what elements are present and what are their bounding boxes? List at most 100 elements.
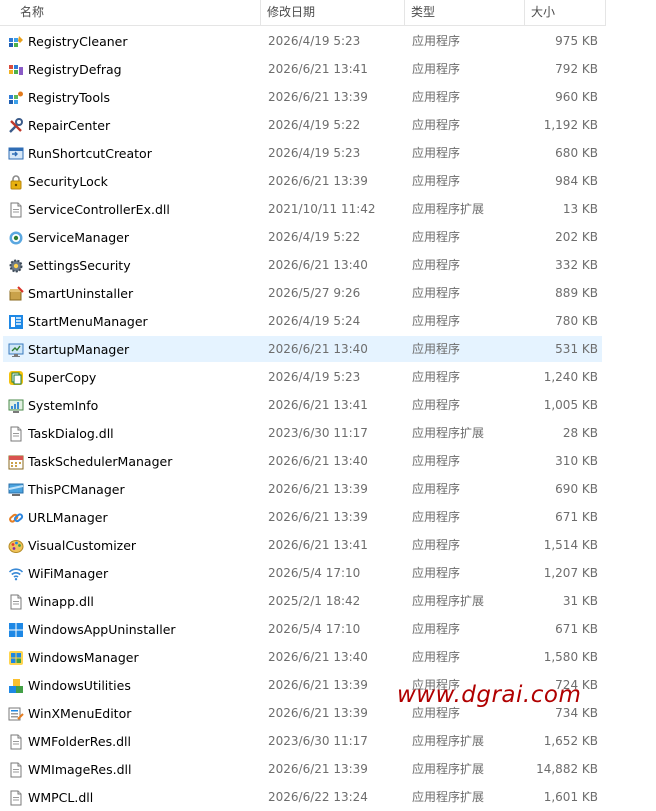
file-row[interactable]: TaskSchedulerManager 2026/6/21 13:40 应用程序 3… xyxy=(0,448,656,476)
file-modified-date: 2023/6/30 11:17 xyxy=(268,426,368,440)
file-row[interactable]: SuperCopy 2026/4/19 5:23 应用程序 1,240 KB xyxy=(0,364,656,392)
file-row[interactable]: RegistryCleaner 2026/4/19 5:23 应用程序 975 KB xyxy=(0,28,656,56)
file-modified-date: 2026/6/21 13:40 xyxy=(268,258,368,272)
file-type: 应用程序扩展 xyxy=(412,594,485,608)
column-header-type[interactable]: 类型 xyxy=(404,0,524,25)
file-row[interactable]: WindowsAppUninstaller 2026/5/4 17:10 应用程序 6… xyxy=(0,616,656,644)
dll-file-icon xyxy=(8,202,24,218)
file-modified-date: 2026/6/21 13:39 xyxy=(268,174,368,188)
startup-monitor-icon xyxy=(8,342,24,358)
dll-file-icon xyxy=(8,594,24,610)
file-type: 应用程序扩展 xyxy=(412,426,485,440)
file-type: 应用程序 xyxy=(412,398,461,412)
file-row[interactable]: WiFiManager 2026/5/4 17:10 应用程序 1,207 KB xyxy=(0,560,656,588)
file-name: RunShortcutCreator xyxy=(28,146,152,161)
file-size: 889 KB xyxy=(555,286,598,300)
file-size: 792 KB xyxy=(555,62,598,76)
file-row[interactable]: WinXMenuEditor 2026/6/21 13:39 应用程序 734 KB xyxy=(0,700,656,728)
file-size: 31 KB xyxy=(562,594,598,608)
registry-cleaner-icon xyxy=(8,34,24,50)
file-row[interactable]: WMPCL.dll 2026/6/22 13:24 应用程序扩展 1,601 KB xyxy=(0,784,656,811)
file-name: Winapp.dll xyxy=(28,594,94,609)
file-row[interactable]: Winapp.dll 2025/2/1 18:42 应用程序扩展 31 KB xyxy=(0,588,656,616)
file-row[interactable]: WindowsManager 2026/6/21 13:40 应用程序 1,580 K… xyxy=(0,644,656,672)
file-row[interactable]: RunShortcutCreator 2026/4/19 5:23 应用程序 680 … xyxy=(0,140,656,168)
file-type: 应用程序 xyxy=(412,62,461,76)
this-pc-icon xyxy=(8,482,24,498)
file-row[interactable]: TaskDialog.dll 2023/6/30 11:17 应用程序扩展 28 KB xyxy=(0,420,656,448)
file-size: 960 KB xyxy=(555,90,598,104)
file-row[interactable]: RegistryDefrag 2026/6/21 13:41 应用程序 792 KB xyxy=(0,56,656,84)
column-header-type-label: 类型 xyxy=(411,5,436,19)
file-modified-date: 2026/6/21 13:41 xyxy=(268,538,368,552)
file-name: ServiceManager xyxy=(28,230,129,245)
column-header: 名称 ^ 修改日期 类型 大小 xyxy=(0,0,606,26)
file-type: 应用程序 xyxy=(412,622,461,636)
file-row[interactable]: RegistryTools 2026/6/21 13:39 应用程序 960 KB xyxy=(0,84,656,112)
file-type: 应用程序 xyxy=(412,454,461,468)
column-header-size[interactable]: 大小 xyxy=(524,0,606,25)
file-type: 应用程序 xyxy=(412,34,461,48)
file-row[interactable]: SystemInfo 2026/6/21 13:41 应用程序 1,005 KB xyxy=(0,392,656,420)
file-modified-date: 2026/6/21 13:41 xyxy=(268,398,368,412)
file-row[interactable]: StartMenuManager 2026/4/19 5:24 应用程序 780 KB xyxy=(0,308,656,336)
file-row[interactable]: RepairCenter 2026/4/19 5:22 应用程序 1,192 KB xyxy=(0,112,656,140)
file-name: TaskSchedulerManager xyxy=(28,454,173,469)
file-modified-date: 2025/2/1 18:42 xyxy=(268,594,361,608)
file-size: 202 KB xyxy=(555,230,598,244)
file-type: 应用程序 xyxy=(412,650,461,664)
file-row[interactable]: WMFolderRes.dll 2023/6/30 11:17 应用程序扩展 1,65… xyxy=(0,728,656,756)
file-row[interactable]: StartupManager 2026/6/21 13:40 应用程序 531 KB xyxy=(0,336,656,364)
column-header-date[interactable]: 修改日期 xyxy=(260,0,404,25)
file-row[interactable]: ThisPCManager 2026/6/21 13:39 应用程序 690 KB xyxy=(0,476,656,504)
file-size: 724 KB xyxy=(555,678,598,692)
padlock-icon xyxy=(8,174,24,190)
file-size: 984 KB xyxy=(555,174,598,188)
column-header-date-label: 修改日期 xyxy=(267,5,316,19)
run-window-icon xyxy=(8,146,24,162)
dll-file-icon xyxy=(8,762,24,778)
file-size: 28 KB xyxy=(562,426,598,440)
file-modified-date: 2023/6/30 11:17 xyxy=(268,734,368,748)
file-name: SmartUninstaller xyxy=(28,286,134,301)
utilities-blocks-icon xyxy=(8,678,24,694)
palette-icon xyxy=(8,538,24,554)
file-size: 1,240 KB xyxy=(543,370,598,384)
column-divider[interactable] xyxy=(605,0,606,25)
file-size: 1,652 KB xyxy=(543,734,598,748)
file-type: 应用程序扩展 xyxy=(412,734,485,748)
file-row[interactable]: VisualCustomizer 2026/6/21 13:41 应用程序 1,514… xyxy=(0,532,656,560)
dll-file-icon xyxy=(8,426,24,442)
file-modified-date: 2026/5/4 17:10 xyxy=(268,622,361,636)
file-modified-date: 2026/4/19 5:22 xyxy=(268,230,361,244)
registry-defrag-icon xyxy=(8,62,24,78)
file-row[interactable]: SecurityLock 2026/6/21 13:39 应用程序 984 KB xyxy=(0,168,656,196)
file-modified-date: 2026/6/21 13:40 xyxy=(268,454,368,468)
file-row[interactable]: WindowsUtilities 2026/6/21 13:39 应用程序 724 K… xyxy=(0,672,656,700)
windows-manager-icon xyxy=(8,650,24,666)
file-name: URLManager xyxy=(28,510,108,525)
file-row[interactable]: URLManager 2026/6/21 13:39 应用程序 671 KB xyxy=(0,504,656,532)
file-row[interactable]: ServiceControllerEx.dll 2021/10/11 11:42 应… xyxy=(0,196,656,224)
column-header-name[interactable]: 名称 ^ xyxy=(12,0,260,25)
file-row[interactable]: SettingsSecurity 2026/6/21 13:40 应用程序 332 K… xyxy=(0,252,656,280)
file-row[interactable]: ServiceManager 2026/4/19 5:22 应用程序 202 KB xyxy=(0,224,656,252)
file-row[interactable]: WMImageRes.dll 2026/6/21 13:39 应用程序扩展 14,88… xyxy=(0,756,656,784)
registry-tools-icon xyxy=(8,90,24,106)
file-row[interactable]: SmartUninstaller 2026/5/27 9:26 应用程序 889 KB xyxy=(0,280,656,308)
menu-editor-icon xyxy=(8,706,24,722)
file-name: TaskDialog.dll xyxy=(28,426,114,441)
file-type: 应用程序 xyxy=(412,678,461,692)
file-size: 780 KB xyxy=(555,314,598,328)
file-modified-date: 2026/6/21 13:40 xyxy=(268,650,368,664)
calendar-icon xyxy=(8,454,24,470)
file-modified-date: 2026/6/21 13:39 xyxy=(268,510,368,524)
file-size: 14,882 KB xyxy=(536,762,598,776)
file-type: 应用程序 xyxy=(412,482,461,496)
file-modified-date: 2026/6/21 13:39 xyxy=(268,482,368,496)
file-name: SystemInfo xyxy=(28,398,99,413)
file-modified-date: 2026/6/21 13:40 xyxy=(268,342,368,356)
sort-ascending-icon: ^ xyxy=(144,0,152,5)
file-type: 应用程序 xyxy=(412,566,461,580)
uninstaller-icon xyxy=(8,286,24,302)
